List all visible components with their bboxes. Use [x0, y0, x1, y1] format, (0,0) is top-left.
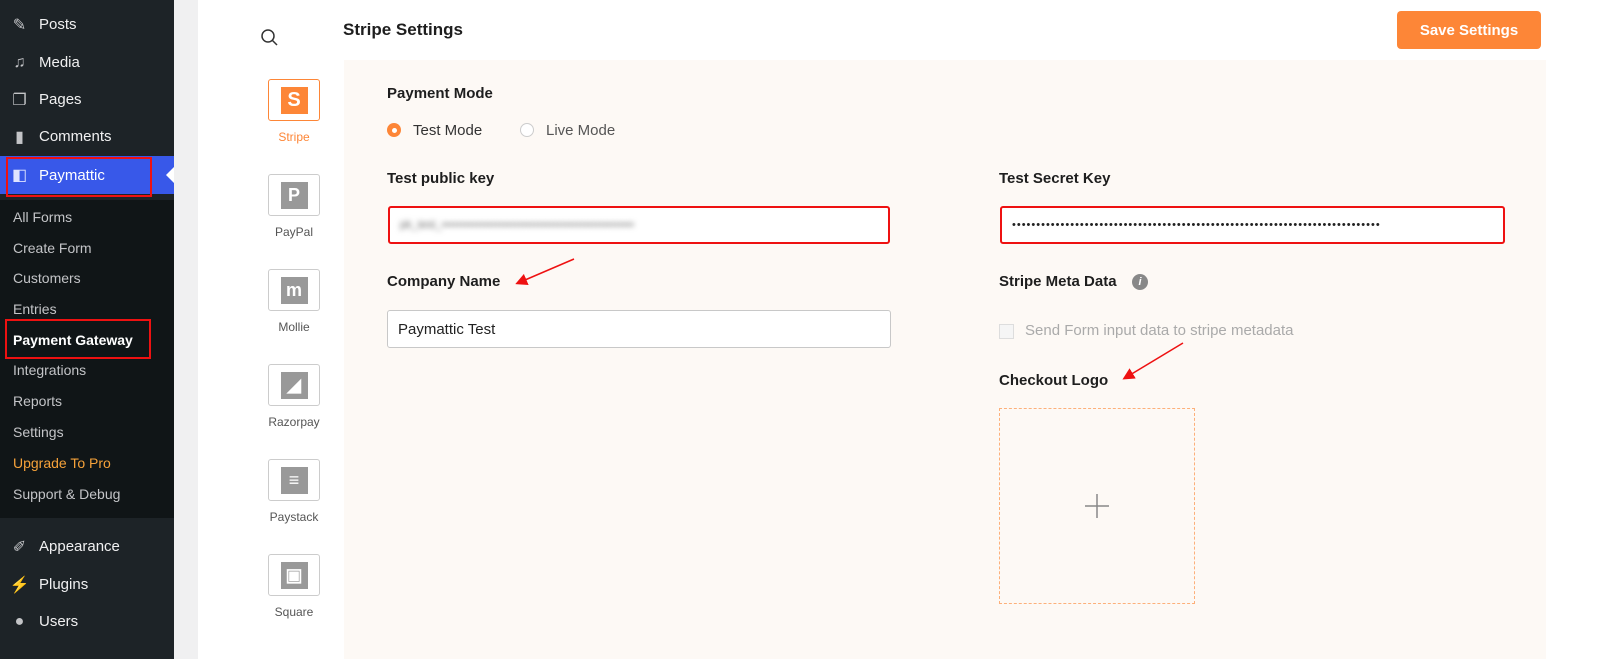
annotation-arrows [515, 258, 1184, 380]
arrow-company [515, 258, 575, 285]
arrow-logo [1122, 342, 1184, 380]
